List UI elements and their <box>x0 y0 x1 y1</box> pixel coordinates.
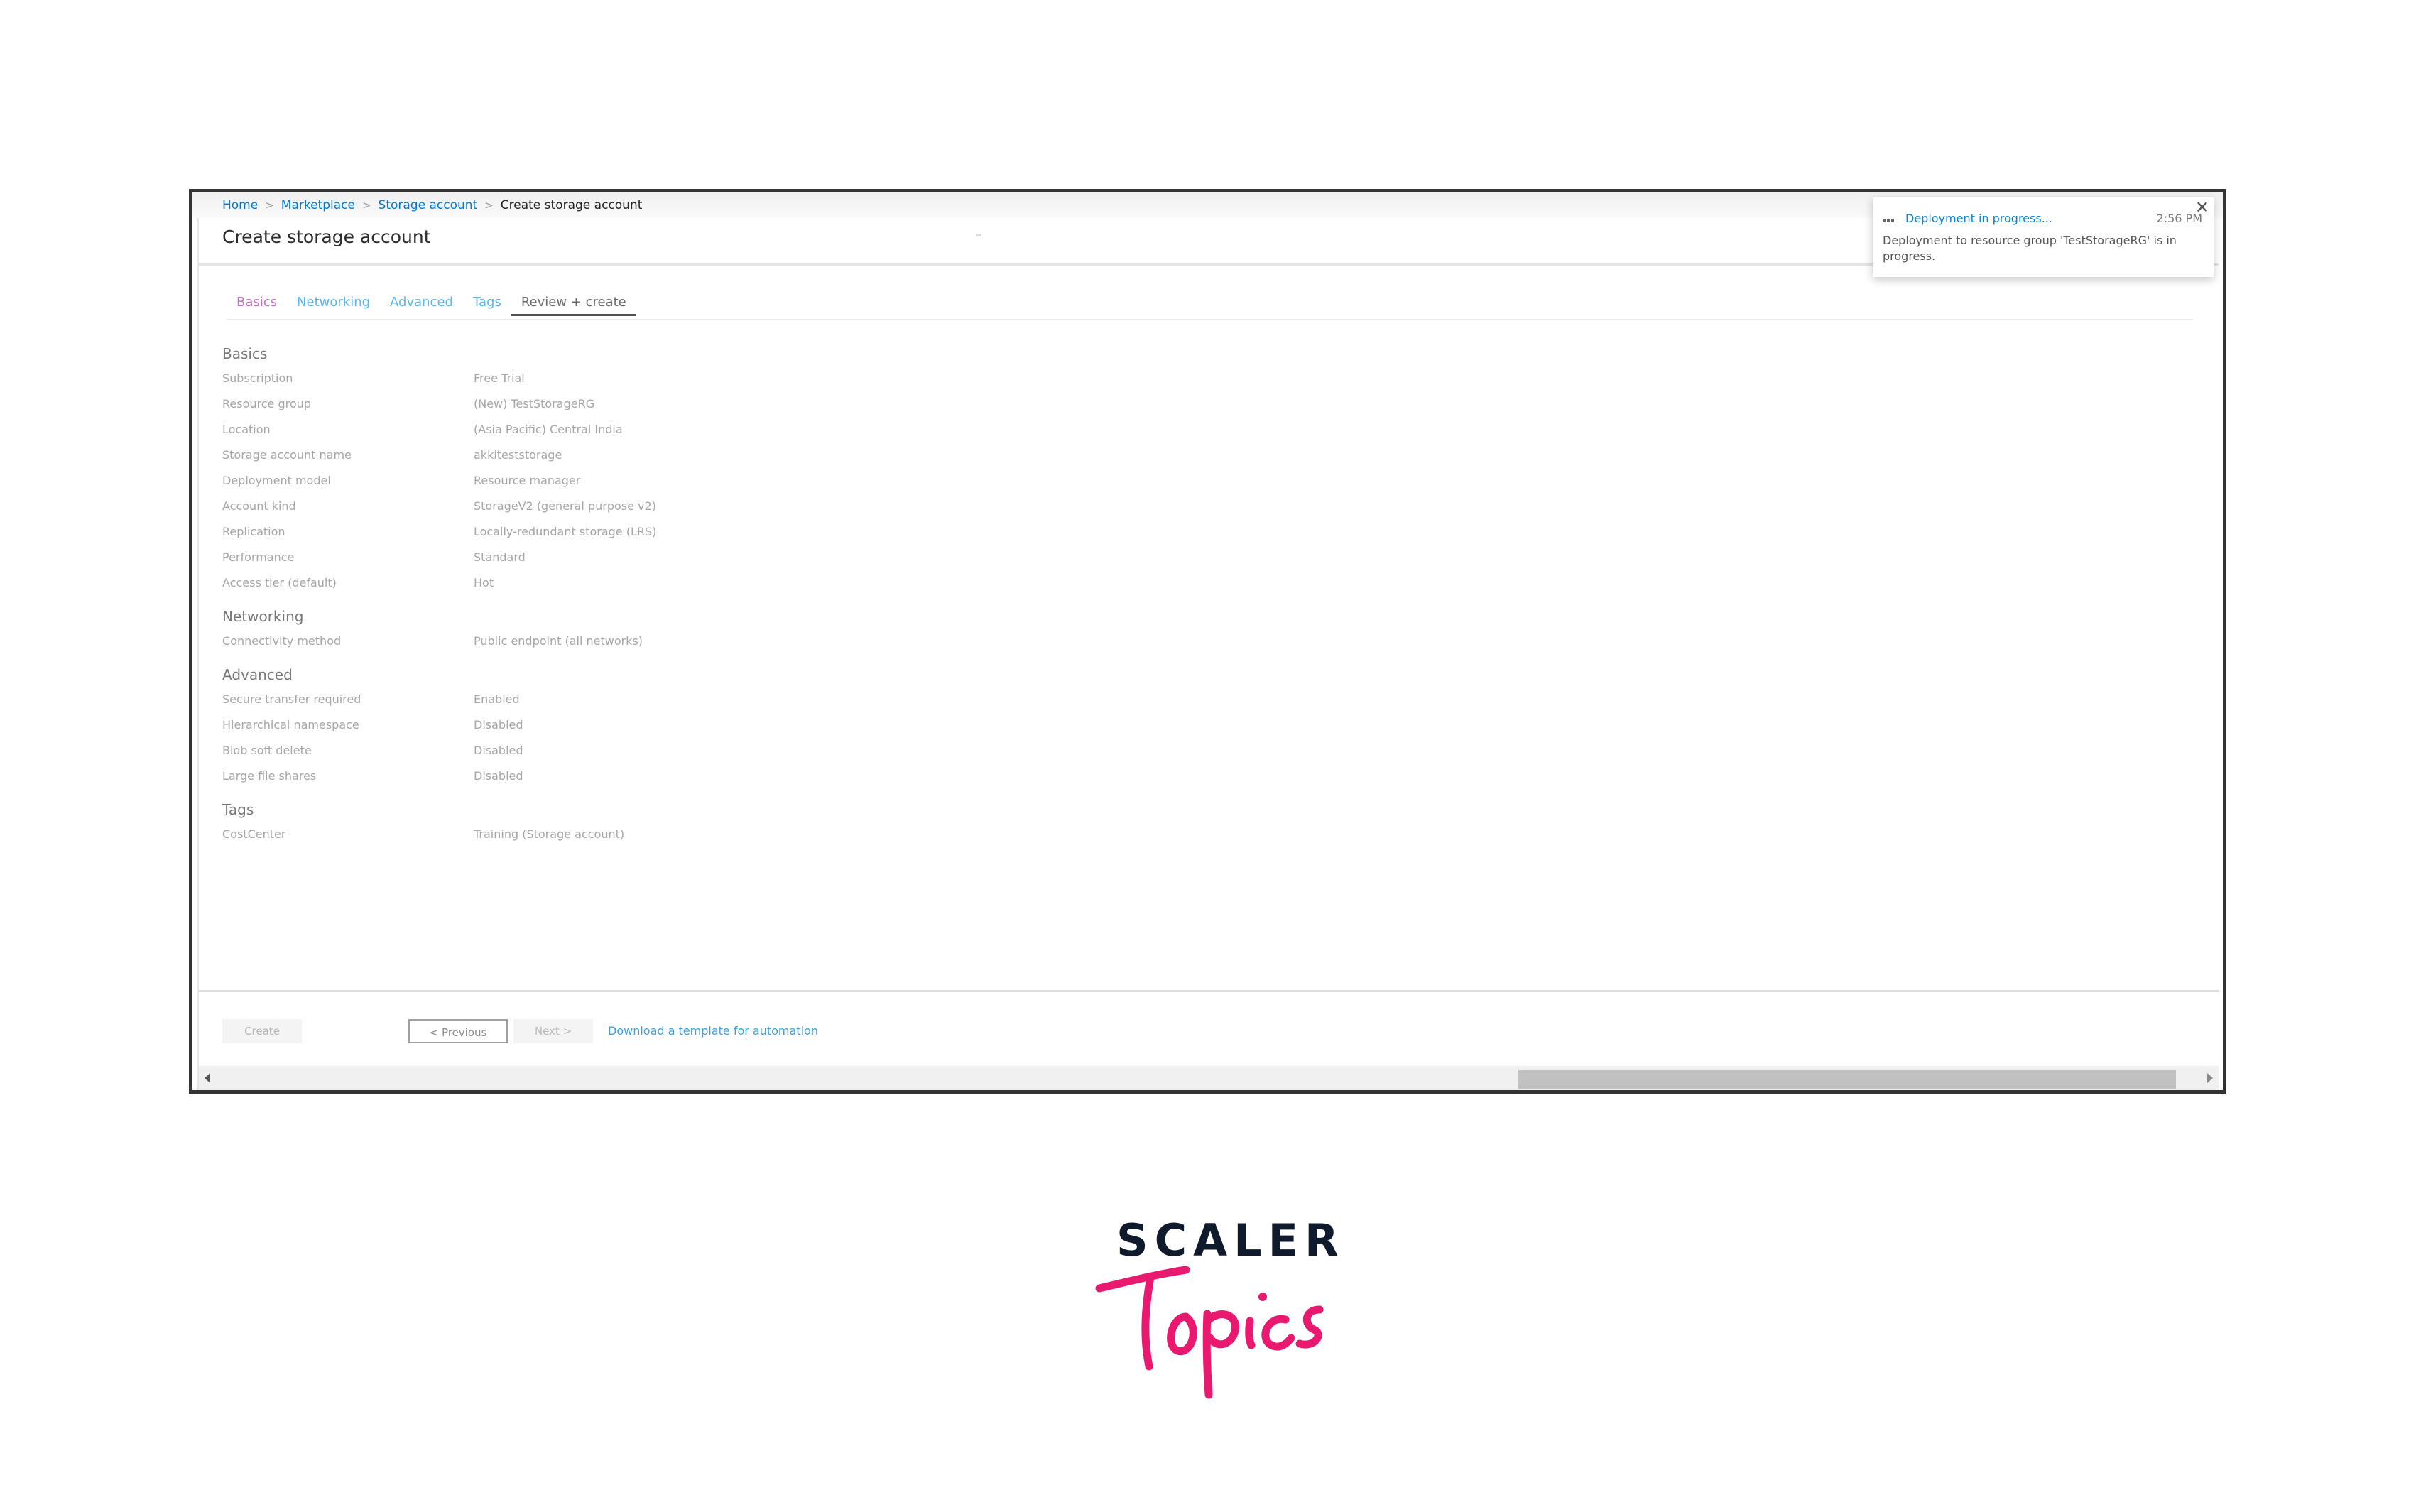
summary-row: Hierarchical namespace Disabled <box>222 712 656 738</box>
resize-handle <box>976 234 981 236</box>
row-value: Disabled <box>474 769 523 783</box>
tab-tags[interactable]: Tags <box>463 295 511 316</box>
breadcrumb-current: Create storage account <box>500 198 643 212</box>
scaler-topics-logo: SCALER <box>1094 1214 1339 1399</box>
row-value: StorageV2 (general purpose v2) <box>474 499 656 513</box>
logo-t-stem <box>1141 1273 1155 1371</box>
logo-c <box>1261 1315 1295 1351</box>
notification-title[interactable]: Deployment in progress... <box>1905 212 2052 225</box>
row-label: CostCenter <box>222 827 286 841</box>
row-label: Account kind <box>222 499 296 513</box>
tab-review-create[interactable]: Review + create <box>511 295 636 316</box>
footer-divider <box>199 990 2219 992</box>
notification-body: Deployment to resource group 'TestStorag… <box>1883 234 2177 263</box>
summary-row: Storage account name akkiteststorage <box>222 442 656 468</box>
deployment-notification[interactable]: Deployment in progress... 2:56 PM ✕ Depl… <box>1873 197 2214 277</box>
chevron-right-icon: > <box>265 199 274 212</box>
row-label: Hierarchical namespace <box>222 718 359 731</box>
tab-advanced[interactable]: Advanced <box>380 295 463 316</box>
logo-p <box>1202 1310 1240 1399</box>
summary-row: Access tier (default) Hot <box>222 570 656 596</box>
row-label: Large file shares <box>222 769 317 783</box>
scroll-left-arrow-icon[interactable] <box>205 1073 210 1083</box>
logo-t-crossbar <box>1095 1266 1190 1293</box>
row-label: Access tier (default) <box>222 576 337 589</box>
row-label: Subscription <box>222 371 293 385</box>
summary-row: Replication Locally-redundant storage (LR… <box>222 519 656 545</box>
logo-scaler-text: SCALER <box>1116 1214 1345 1266</box>
row-label: Performance <box>222 550 295 564</box>
row-value: (New) TestStorageRG <box>474 397 595 410</box>
section-tags-title: Tags <box>222 801 254 818</box>
scrollbar-thumb[interactable] <box>1518 1070 2176 1089</box>
wizard-tabs: Basics Networking Advanced Tags Review +… <box>227 295 636 316</box>
summary-row: Performance Standard <box>222 545 656 570</box>
tab-basics[interactable]: Basics <box>227 295 287 316</box>
row-label: Location <box>222 423 271 436</box>
scroll-right-arrow-icon[interactable] <box>2207 1073 2213 1083</box>
summary-row: Connectivity method Public endpoint (all … <box>222 629 656 654</box>
summary-row: Blob soft delete Disabled <box>222 738 656 763</box>
row-value: Free Trial <box>474 371 525 385</box>
review-summary: Basics Subscription Free Trial Resource g… <box>222 339 656 847</box>
row-label: Deployment model <box>222 474 331 487</box>
row-value: Locally-redundant storage (LRS) <box>474 525 657 538</box>
row-value: Disabled <box>474 718 523 731</box>
breadcrumb-marketplace[interactable]: Marketplace <box>281 198 355 212</box>
section-basics-title: Basics <box>222 345 268 362</box>
tab-networking[interactable]: Networking <box>287 295 380 316</box>
chevron-right-icon: > <box>484 199 494 212</box>
summary-row: Secure transfer required Enabled <box>222 687 656 712</box>
next-button[interactable]: Next > <box>513 1019 593 1043</box>
row-value: Hot <box>474 576 494 589</box>
previous-button[interactable]: < Previous <box>408 1019 508 1043</box>
row-label: Connectivity method <box>222 634 342 648</box>
horizontal-scrollbar[interactable] <box>199 1066 2219 1090</box>
row-value: Disabled <box>474 744 523 757</box>
breadcrumb-home[interactable]: Home <box>222 198 258 212</box>
row-value: (Asia Pacific) Central India <box>474 423 623 436</box>
create-button[interactable]: Create <box>222 1019 302 1043</box>
summary-row: Account kind StorageV2 (general purpose v… <box>222 494 656 519</box>
tabs-divider <box>227 319 2193 320</box>
close-icon[interactable]: ✕ <box>2195 199 2209 216</box>
summary-row: Deployment model Resource manager <box>222 468 656 494</box>
browser-window: Home > Marketplace > Storage account > C… <box>189 189 2226 1094</box>
download-template-link[interactable]: Download a template for automation <box>608 1019 818 1043</box>
logo-s <box>1295 1305 1324 1349</box>
chevron-right-icon: > <box>361 199 371 212</box>
logo-i <box>1245 1317 1256 1349</box>
row-label: Replication <box>222 525 285 538</box>
create-storage-blade: Create storage account Basics Networking… <box>197 218 2219 1090</box>
row-value: Standard <box>474 550 526 564</box>
row-label: Resource group <box>222 397 311 410</box>
summary-row: Resource group (New) TestStorageRG <box>222 391 656 417</box>
summary-row: CostCenter Training (Storage account) <box>222 822 656 847</box>
row-label: Blob soft delete <box>222 744 312 757</box>
row-value: akkiteststorage <box>474 448 562 462</box>
logo-topics-script <box>1095 1266 1324 1399</box>
logo-o <box>1167 1312 1197 1356</box>
row-value: Training (Storage account) <box>474 827 625 841</box>
row-value: Public endpoint (all networks) <box>474 634 643 648</box>
summary-row: Subscription Free Trial <box>222 366 656 391</box>
row-value: Enabled <box>474 692 520 706</box>
row-label: Storage account name <box>222 448 352 462</box>
section-networking-title: Networking <box>222 608 304 625</box>
summary-row: Location (Asia Pacific) Central India <box>222 417 656 442</box>
section-advanced-title: Advanced <box>222 666 293 683</box>
progress-dots-icon <box>1883 219 1895 222</box>
row-value: Resource manager <box>474 474 581 487</box>
summary-row: Large file shares Disabled <box>222 763 656 789</box>
row-label: Secure transfer required <box>222 692 361 706</box>
page-title: Create storage account <box>222 227 431 247</box>
breadcrumb-storage-account[interactable]: Storage account <box>379 198 478 212</box>
logo-i-dot <box>1258 1293 1267 1301</box>
